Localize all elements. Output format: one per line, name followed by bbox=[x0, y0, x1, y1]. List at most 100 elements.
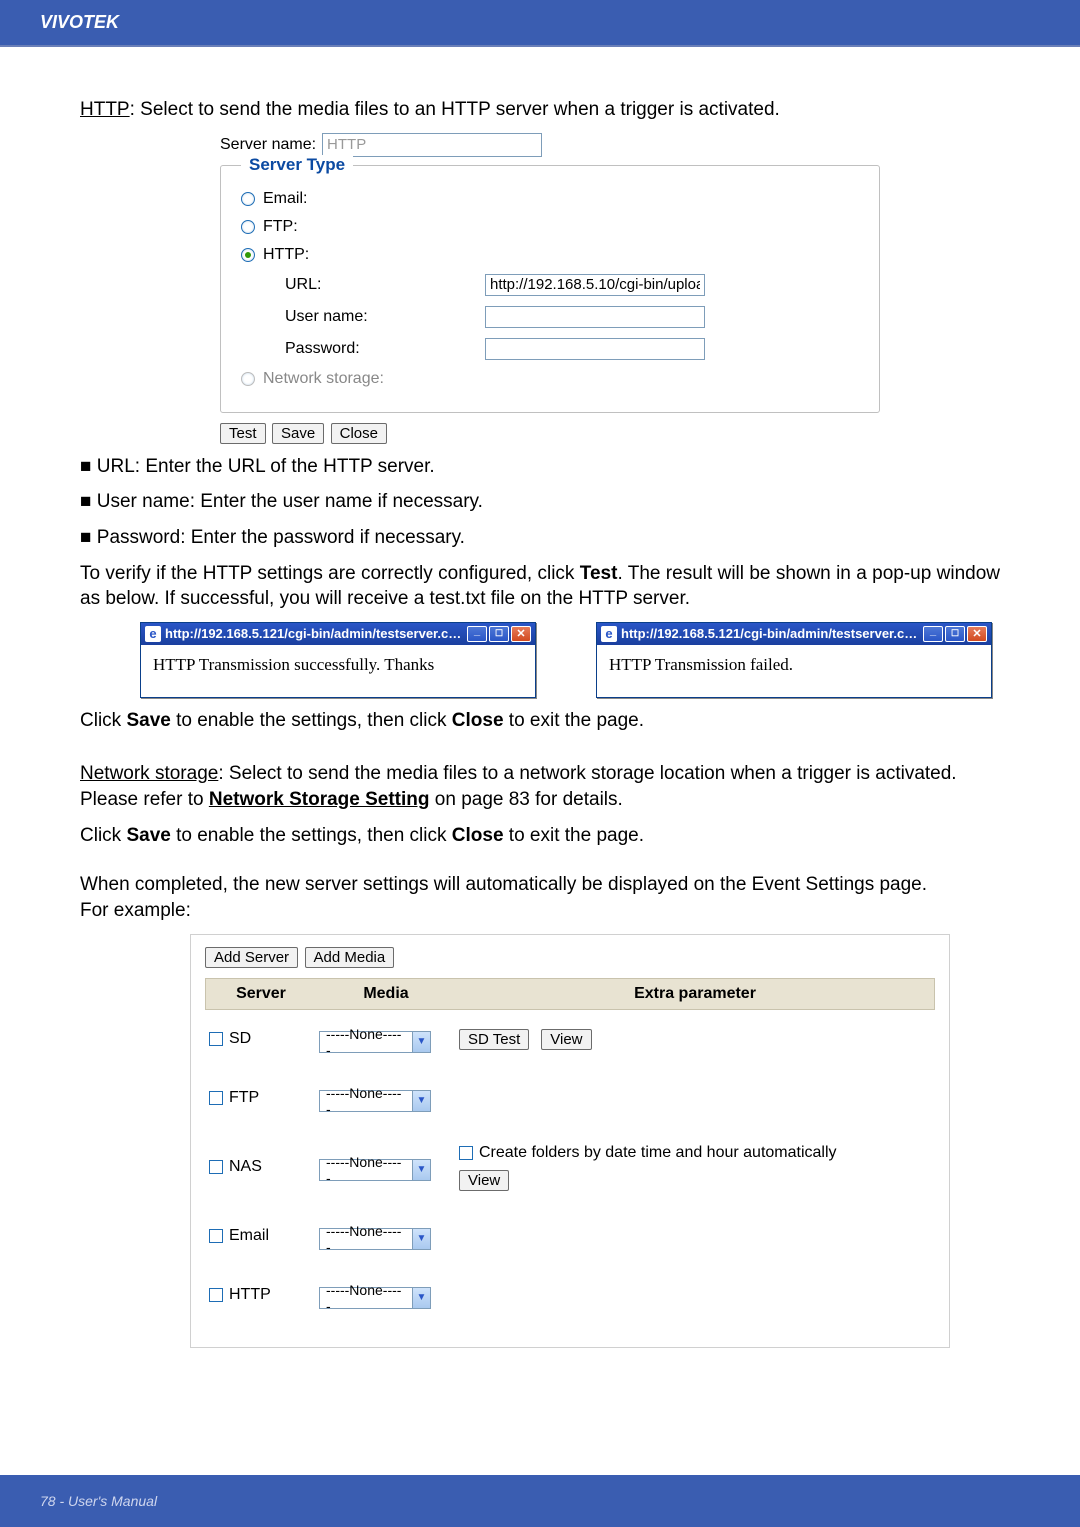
minimize-icon[interactable] bbox=[923, 626, 943, 642]
sc2c: to enable the settings, then click bbox=[171, 825, 452, 846]
ns-link[interactable]: Network Storage Setting bbox=[209, 789, 430, 810]
completed-paragraph: When completed, the new server settings … bbox=[80, 872, 1000, 923]
page-footer: 78 - User's Manual bbox=[0, 1475, 1080, 1527]
server-name-row: Server name: bbox=[220, 133, 880, 157]
radio-netstorage-row: Network storage: bbox=[241, 370, 859, 388]
row-nas: NAS -----None----- ▼ Create folders by d… bbox=[205, 1128, 935, 1207]
row-email-name: Email bbox=[229, 1227, 269, 1245]
sc2d: Close bbox=[452, 825, 504, 846]
popup-success-body: HTTP Transmission successfully. Thanks bbox=[141, 645, 535, 697]
ie-icon: e bbox=[601, 626, 617, 642]
sel-sd[interactable]: -----None----- ▼ bbox=[319, 1031, 431, 1053]
close-icon[interactable] bbox=[967, 626, 987, 642]
bullet-url-text: URL: Enter the URL of the HTTP server. bbox=[97, 456, 435, 477]
popup-success-titlebar: e http://192.168.5.121/cgi-bin/admin/tes… bbox=[141, 623, 535, 645]
sc2e: to exit the page. bbox=[504, 825, 645, 846]
radio-http[interactable] bbox=[241, 248, 255, 262]
hServer: Server bbox=[206, 979, 316, 1009]
sel-nas[interactable]: -----None----- ▼ bbox=[319, 1159, 431, 1181]
close-icon[interactable] bbox=[511, 626, 531, 642]
chk-nas[interactable] bbox=[209, 1160, 223, 1174]
verify-b: Test bbox=[580, 563, 618, 584]
chk-ftp[interactable] bbox=[209, 1091, 223, 1105]
chk-email[interactable] bbox=[209, 1229, 223, 1243]
radio-ftp-label: FTP: bbox=[263, 218, 298, 236]
sc1c: to enable the settings, then click bbox=[171, 710, 452, 731]
save-button[interactable]: Save bbox=[272, 423, 324, 444]
chk-http[interactable] bbox=[209, 1288, 223, 1302]
password-label: Password: bbox=[285, 340, 485, 358]
sel-ftp[interactable]: -----None----- ▼ bbox=[319, 1090, 431, 1112]
view-button-sd[interactable]: View bbox=[541, 1029, 591, 1050]
sel-http[interactable]: -----None----- ▼ bbox=[319, 1287, 431, 1309]
verify-a: To verify if the HTTP settings are corre… bbox=[80, 563, 580, 584]
row-sd-name: SD bbox=[229, 1030, 251, 1048]
view-button-nas[interactable]: View bbox=[459, 1170, 509, 1191]
row-http-name: HTTP bbox=[229, 1286, 271, 1304]
row-ftp-name: FTP bbox=[229, 1089, 259, 1107]
ns-after: on page 83 for details. bbox=[430, 789, 623, 810]
sc1b: Save bbox=[126, 710, 170, 731]
server-name-label: Server name: bbox=[220, 136, 316, 154]
bullet-url: ■ URL: Enter the URL of the HTTP server. bbox=[80, 454, 1000, 480]
radio-http-row[interactable]: HTTP: bbox=[241, 246, 859, 264]
server-type-fieldset: Server Type Email: FTP: HTTP: URL: User … bbox=[220, 165, 880, 413]
row-nas-name: NAS bbox=[229, 1158, 262, 1176]
chevron-down-icon: ▼ bbox=[412, 1160, 430, 1180]
add-media-button[interactable]: Add Media bbox=[305, 947, 395, 968]
completed-b: For example: bbox=[80, 900, 191, 921]
chk-createfolders[interactable] bbox=[459, 1146, 473, 1160]
sel-email[interactable]: -----None----- ▼ bbox=[319, 1228, 431, 1250]
maximize-icon[interactable] bbox=[489, 626, 509, 642]
footer-text: 78 - User's Manual bbox=[40, 1493, 157, 1509]
radio-netstorage-label: Network storage: bbox=[263, 370, 384, 388]
radio-ftp[interactable] bbox=[241, 220, 255, 234]
sc1d: Close bbox=[452, 710, 504, 731]
maximize-icon[interactable] bbox=[945, 626, 965, 642]
save-close-paragraph-1: Click Save to enable the settings, then … bbox=[80, 708, 1000, 734]
sdtest-button[interactable]: SD Test bbox=[459, 1029, 529, 1050]
chevron-down-icon: ▼ bbox=[412, 1229, 430, 1249]
radio-ftp-row[interactable]: FTP: bbox=[241, 218, 859, 236]
popup-fail-titlebar: e http://192.168.5.121/cgi-bin/admin/tes… bbox=[597, 623, 991, 645]
chevron-down-icon: ▼ bbox=[412, 1032, 430, 1052]
username-input[interactable] bbox=[485, 306, 705, 328]
sel-ftp-txt: -----None----- bbox=[320, 1085, 412, 1117]
bullet-pass-text: Password: Enter the password if necessar… bbox=[97, 527, 465, 548]
url-label: URL: bbox=[285, 276, 485, 294]
url-row: URL: bbox=[285, 274, 859, 296]
event-settings-table: Add Server Add Media Server Media Extra … bbox=[190, 934, 950, 1348]
sel-nas-txt: -----None----- bbox=[320, 1154, 412, 1186]
popup-success-title: http://192.168.5.121/cgi-bin/admin/tests… bbox=[165, 626, 465, 641]
bullet-user: ■ User name: Enter the user name if nece… bbox=[80, 489, 1000, 515]
radio-http-label: HTTP: bbox=[263, 246, 309, 264]
radio-email-label: Email: bbox=[263, 190, 307, 208]
minimize-icon[interactable] bbox=[467, 626, 487, 642]
row-email: Email -----None----- ▼ bbox=[205, 1207, 935, 1266]
username-label: User name: bbox=[285, 308, 485, 326]
password-row: Password: bbox=[285, 338, 859, 360]
hMedia: Media bbox=[316, 979, 456, 1009]
password-input[interactable] bbox=[485, 338, 705, 360]
hExtra: Extra parameter bbox=[456, 979, 934, 1009]
radio-email-row[interactable]: Email: bbox=[241, 190, 859, 208]
popup-row: e http://192.168.5.121/cgi-bin/admin/tes… bbox=[140, 622, 1000, 698]
test-button[interactable]: Test bbox=[220, 423, 266, 444]
radio-email[interactable] bbox=[241, 192, 255, 206]
network-storage-paragraph: Network storage: Select to send the medi… bbox=[80, 761, 1000, 812]
radio-netstorage bbox=[241, 372, 255, 386]
sel-http-txt: -----None----- bbox=[320, 1282, 412, 1314]
url-input[interactable] bbox=[485, 274, 705, 296]
sc2a: Click bbox=[80, 825, 126, 846]
server-type-legend: Server Type bbox=[241, 155, 353, 175]
intro-text: : Select to send the media files to an H… bbox=[130, 99, 780, 120]
close-button[interactable]: Close bbox=[331, 423, 387, 444]
brand-text: VIVOTEK bbox=[40, 12, 119, 32]
row-http: HTTP -----None----- ▼ bbox=[205, 1266, 935, 1325]
ns-prefix: Network storage bbox=[80, 763, 218, 784]
add-server-button[interactable]: Add Server bbox=[205, 947, 298, 968]
chk-sd[interactable] bbox=[209, 1032, 223, 1046]
server-name-input[interactable] bbox=[322, 133, 542, 157]
evt-header: Server Media Extra parameter bbox=[205, 978, 935, 1010]
intro-paragraph: HTTP: Select to send the media files to … bbox=[80, 97, 1000, 123]
